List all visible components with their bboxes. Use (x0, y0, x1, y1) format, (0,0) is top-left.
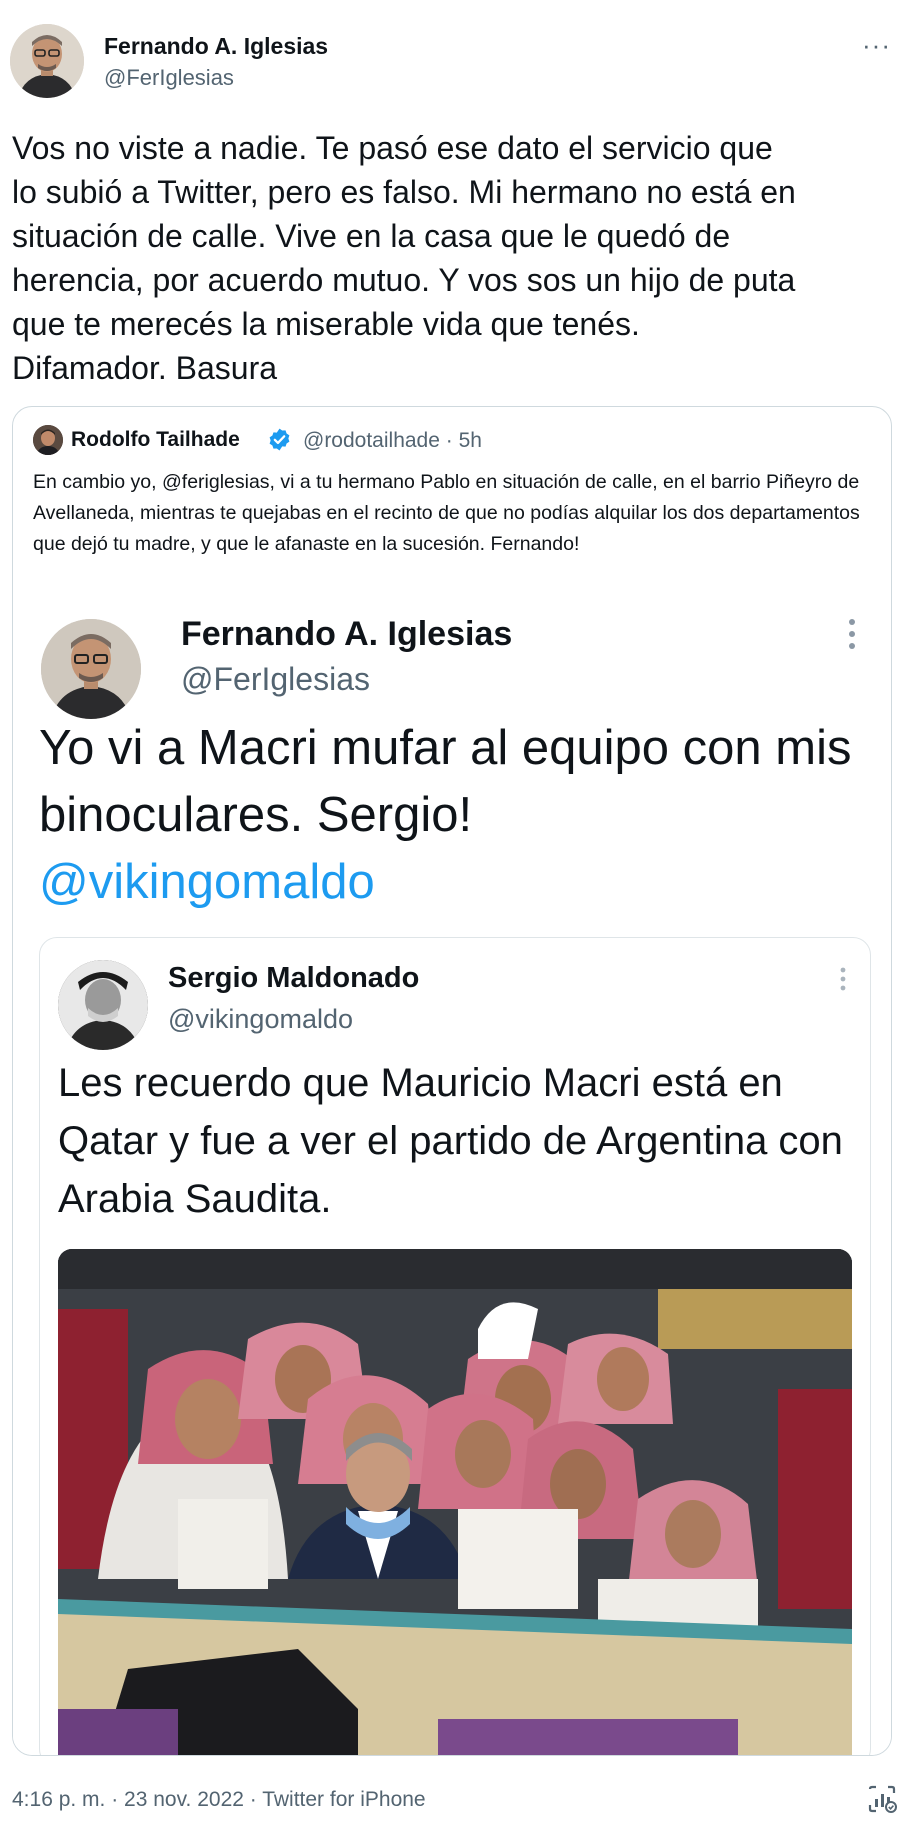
screenshot-author-name: Fernando A. Iglesias (181, 615, 513, 653)
quoted-tweet-card[interactable]: Rodolfo Tailhade @rodotailhade · 5h En c… (12, 406, 892, 1756)
analytics-icon[interactable] (866, 1783, 898, 1815)
author-name[interactable]: Fernando A. Iglesias (104, 33, 328, 60)
author-avatar[interactable] (10, 24, 84, 98)
verified-badge-icon (267, 427, 292, 452)
nested-quoted-tweet: Sergio Maldonado @vikingomaldo Les recue… (39, 937, 871, 1755)
quoted-author-name: Rodolfo Tailhade (71, 428, 240, 451)
stadium-photo (58, 1249, 852, 1755)
nested-author-handle: @vikingomaldo (168, 1004, 353, 1034)
nested-author-avatar (58, 960, 148, 1050)
screenshot-tweet-text: Yo vi a Macri mufar al equipo con mis bi… (39, 721, 852, 842)
screenshot-more-icon (848, 617, 856, 651)
author-handle[interactable]: @FerIglesias (104, 65, 234, 91)
more-options-button[interactable]: ··· (862, 30, 891, 61)
nested-author-name: Sergio Maldonado (168, 962, 420, 994)
quoted-handle-time: @rodotailhade · 5h (303, 429, 482, 452)
screenshot-author-avatar (41, 619, 141, 719)
screenshot-mention-link: @vikingomaldo (39, 855, 375, 909)
quoted-author-avatar (33, 425, 63, 455)
tweet-text: Vos no viste a nadie. Te pasó ese dato e… (12, 130, 796, 386)
nested-more-icon (840, 966, 846, 992)
nested-tweet-text: Les recuerdo que Mauricio Macri está en … (58, 1061, 843, 1221)
tweet-timestamp-source[interactable]: 4:16 p. m. · 23 nov. 2022 · Twitter for … (12, 1788, 426, 1812)
quoted-tweet-text: En cambio yo, @feriglesias, vi a tu herm… (33, 471, 860, 555)
screenshot-author-handle: @FerIglesias (181, 661, 370, 697)
quoted-tweet-image[interactable]: Fernando A. Iglesias @FerIglesias Yo vi … (13, 603, 891, 1755)
